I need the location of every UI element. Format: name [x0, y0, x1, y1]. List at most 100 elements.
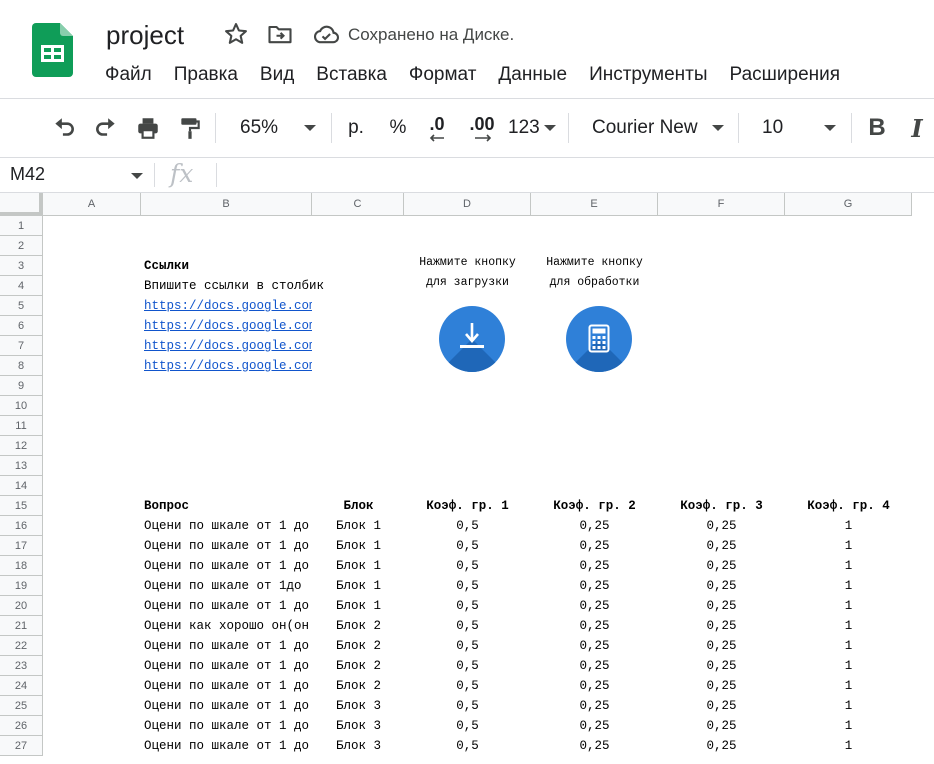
zoom-select[interactable]: 65% [228, 99, 324, 157]
coef1-cell[interactable]: 0,5 [404, 616, 531, 636]
coef4-cell[interactable]: 1 [785, 696, 912, 716]
links-title[interactable]: Ссылки [144, 256, 312, 276]
row-header[interactable]: 8 [0, 356, 43, 376]
sheets-logo-icon[interactable] [32, 23, 73, 77]
coef2-cell[interactable]: 0,25 [531, 676, 658, 696]
process-button[interactable] [566, 306, 632, 372]
menu-view[interactable]: Вид [249, 61, 305, 91]
percent-format-button[interactable]: % [382, 99, 414, 157]
row-header[interactable]: 18 [0, 556, 43, 576]
bold-button[interactable]: B [862, 99, 892, 157]
coef1-cell[interactable]: 0,5 [404, 676, 531, 696]
question-cell[interactable]: Оцени по шкале от 1 до [144, 716, 312, 736]
coef3-cell[interactable]: 0,25 [658, 696, 785, 716]
coef4-cell[interactable]: 1 [785, 616, 912, 636]
redo-button[interactable] [90, 99, 122, 157]
coef4-cell[interactable]: 1 [785, 596, 912, 616]
question-cell[interactable]: Оцени по шкале от 1 до [144, 656, 312, 676]
row-header[interactable]: 4 [0, 276, 43, 296]
row-header[interactable]: 13 [0, 456, 43, 476]
question-cell[interactable]: Оцени по шкале от 1 до [144, 636, 312, 656]
table-header-coef1[interactable]: Коэф. гр. 1 [404, 496, 531, 516]
coef3-cell[interactable]: 0,25 [658, 536, 785, 556]
row-header[interactable]: 26 [0, 716, 43, 736]
formula-input[interactable] [222, 160, 922, 190]
download-button[interactable] [439, 306, 505, 372]
row-header[interactable]: 2 [0, 236, 43, 256]
row-header[interactable]: 19 [0, 576, 43, 596]
row-header[interactable]: 24 [0, 676, 43, 696]
coef3-cell[interactable]: 0,25 [658, 676, 785, 696]
column-header[interactable]: F [658, 193, 785, 216]
block-cell[interactable]: Блок 3 [313, 716, 404, 736]
coef4-cell[interactable]: 1 [785, 716, 912, 736]
question-cell[interactable]: Оцени по шкале от 1 до [144, 536, 312, 556]
coef1-cell[interactable]: 0,5 [404, 556, 531, 576]
block-cell[interactable]: Блок 1 [313, 576, 404, 596]
row-header[interactable]: 15 [0, 496, 43, 516]
table-header-coef2[interactable]: Коэф. гр. 2 [531, 496, 658, 516]
row-header[interactable]: 25 [0, 696, 43, 716]
column-header[interactable]: C [312, 193, 404, 216]
links-hint[interactable]: Впишите ссылки в столбик [144, 276, 394, 296]
cloud-saved-icon[interactable] [312, 22, 340, 50]
font-size-select[interactable]: 10 [752, 99, 842, 157]
block-cell[interactable]: Блок 1 [313, 556, 404, 576]
coef4-cell[interactable]: 1 [785, 536, 912, 556]
block-cell[interactable]: Блок 2 [313, 676, 404, 696]
block-cell[interactable]: Блок 3 [313, 736, 404, 756]
table-header-coef3[interactable]: Коэф. гр. 3 [658, 496, 785, 516]
column-header[interactable]: D [404, 193, 531, 216]
coef1-cell[interactable]: 0,5 [404, 636, 531, 656]
coef2-cell[interactable]: 0,25 [531, 516, 658, 536]
coef2-cell[interactable]: 0,25 [531, 596, 658, 616]
coef4-cell[interactable]: 1 [785, 676, 912, 696]
font-select[interactable]: Courier New [582, 99, 730, 157]
row-header[interactable]: 5 [0, 296, 43, 316]
question-cell[interactable]: Оцени по шкале от 1 до [144, 556, 312, 576]
row-header[interactable]: 16 [0, 516, 43, 536]
coef1-cell[interactable]: 0,5 [404, 656, 531, 676]
coef3-cell[interactable]: 0,25 [658, 656, 785, 676]
star-icon[interactable] [222, 20, 250, 48]
decrease-decimals-button[interactable]: .0 [420, 99, 454, 157]
increase-decimals-button[interactable]: .00 [462, 99, 502, 157]
block-cell[interactable]: Блок 2 [313, 616, 404, 636]
column-header[interactable]: E [531, 193, 658, 216]
row-header[interactable]: 22 [0, 636, 43, 656]
menu-extensions[interactable]: Расширения [719, 61, 852, 91]
coef4-cell[interactable]: 1 [785, 736, 912, 756]
menu-edit[interactable]: Правка [163, 61, 249, 91]
italic-button[interactable]: I [902, 99, 932, 157]
row-header[interactable]: 1 [0, 216, 43, 236]
coef3-cell[interactable]: 0,25 [658, 516, 785, 536]
coef2-cell[interactable]: 0,25 [531, 576, 658, 596]
coef1-cell[interactable]: 0,5 [404, 576, 531, 596]
question-cell[interactable]: Оцени по шкале от 1 до [144, 676, 312, 696]
coef1-cell[interactable]: 0,5 [404, 516, 531, 536]
menu-data[interactable]: Данные [487, 61, 578, 91]
block-cell[interactable]: Блок 1 [313, 596, 404, 616]
question-cell[interactable]: Оцени по шкале от 1 до [144, 596, 312, 616]
question-cell[interactable]: Оцени по шкале от 1 до [144, 736, 312, 756]
row-header[interactable]: 20 [0, 596, 43, 616]
more-formats-select[interactable]: 123 [506, 99, 558, 157]
currency-format-button[interactable]: р. [340, 99, 372, 157]
coef3-cell[interactable]: 0,25 [658, 596, 785, 616]
table-header-block[interactable]: Блок [313, 496, 404, 516]
select-all-corner[interactable] [0, 193, 43, 216]
row-header[interactable]: 10 [0, 396, 43, 416]
column-header[interactable]: A [43, 193, 141, 216]
coef1-cell[interactable]: 0,5 [404, 696, 531, 716]
link-cell[interactable]: https://docs.google.com [144, 356, 312, 376]
coef4-cell[interactable]: 1 [785, 636, 912, 656]
coef1-cell[interactable]: 0,5 [404, 596, 531, 616]
coef3-cell[interactable]: 0,25 [658, 636, 785, 656]
coef4-cell[interactable]: 1 [785, 556, 912, 576]
row-header[interactable]: 23 [0, 656, 43, 676]
coef2-cell[interactable]: 0,25 [531, 556, 658, 576]
coef2-cell[interactable]: 0,25 [531, 716, 658, 736]
row-header[interactable]: 21 [0, 616, 43, 636]
link-cell[interactable]: https://docs.google.com [144, 336, 312, 356]
coef1-cell[interactable]: 0,5 [404, 736, 531, 756]
